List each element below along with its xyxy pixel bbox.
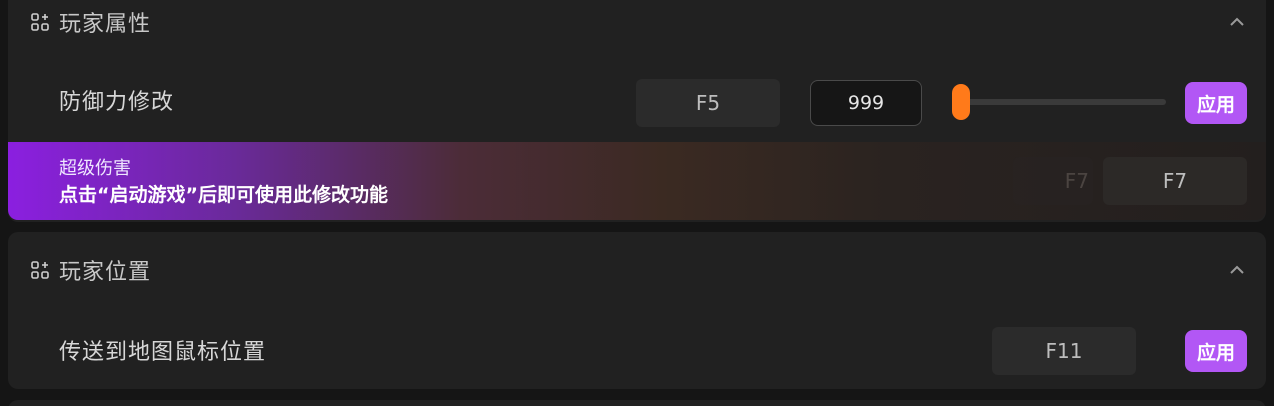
hotkey-f5-button[interactable]: F5 [636,79,780,127]
section-title: 玩家位置 [59,260,152,285]
defense-value-input[interactable]: 999 [810,80,922,126]
section-title: 玩家属性 [59,12,152,37]
defense-slider-thumb[interactable] [952,84,970,120]
hotkey-f7-button[interactable]: F7 [1103,157,1247,205]
apps-add-icon [31,13,49,31]
section-header[interactable]: 玩家属性 [8,0,1266,52]
hotkey-f11-button[interactable]: F11 [992,327,1136,375]
defense-slider-track[interactable] [954,99,1166,105]
section-player-position: 玩家位置 传送到地图鼠标位置 F11 应用 [8,232,1266,389]
section-header[interactable]: 玩家位置 [8,240,1266,300]
cheat-options-view: 玩家属性 防御力修改 F5 999 应用 超级伤害 点击“启动游戏”后即可使用此… [0,0,1274,406]
apps-add-icon [31,261,49,279]
apply-button[interactable]: 应用 [1185,82,1247,124]
super-damage-locked-banner: 超级伤害 点击“启动游戏”后即可使用此修改功能 F7 F7 [8,142,1266,220]
ghost-hotkey: F7 [1013,157,1093,205]
section-player-attributes: 玩家属性 防御力修改 F5 999 应用 超级伤害 点击“启动游戏”后即可使用此… [8,0,1266,222]
launch-game-hint: 点击“启动游戏”后即可使用此修改功能 [59,184,388,206]
defense-modifier-label: 防御力修改 [59,90,175,115]
super-damage-title: 超级伤害 [59,158,131,179]
apply-button[interactable]: 应用 [1185,330,1247,372]
chevron-up-icon[interactable] [1228,13,1246,31]
chevron-up-icon[interactable] [1228,261,1246,279]
teleport-to-cursor-label: 传送到地图鼠标位置 [59,340,267,365]
next-section-clipped [8,400,1266,406]
